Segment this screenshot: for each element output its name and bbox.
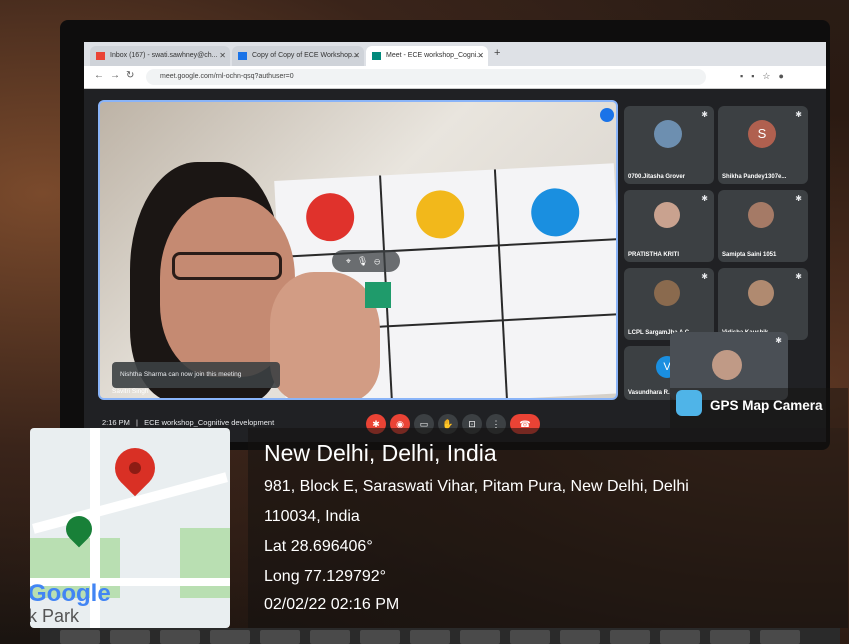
green-cube xyxy=(365,282,391,308)
park-area xyxy=(180,528,230,598)
main-video-tile[interactable]: ⌖🎙⊖ Nishtha Sharma can now join this mee… xyxy=(98,100,618,400)
keyboard-key xyxy=(60,630,100,644)
longitude: Long 77.129792° xyxy=(264,568,387,585)
participant-tile[interactable]: ✱ Vidisha Kaushik xyxy=(718,268,808,340)
keyboard-key xyxy=(310,630,350,644)
back-icon[interactable]: ← xyxy=(94,70,104,81)
blue-dot xyxy=(530,187,581,238)
tab-meet[interactable]: Meet - ECE workshop_Cogni... ✕ xyxy=(366,46,488,66)
location-title: New Delhi, Delhi, India xyxy=(264,440,497,466)
participant-name: Vasundhara R... xyxy=(628,390,674,396)
participant-name: PRATISTHA KRITI xyxy=(628,252,679,258)
gmail-icon xyxy=(96,52,105,60)
keyboard-key xyxy=(460,630,500,644)
avatar xyxy=(654,120,682,148)
new-tab-button[interactable]: + xyxy=(494,47,500,59)
avatar xyxy=(748,202,774,228)
avatar xyxy=(712,350,742,380)
tab-gmail[interactable]: Inbox (167) - swati.sawhney@ch... ✕ xyxy=(90,46,230,66)
keyboard-key xyxy=(760,630,800,644)
map-label: k Park xyxy=(30,606,80,626)
avatar xyxy=(654,280,680,306)
close-icon[interactable]: ✕ xyxy=(477,46,484,66)
mic-off-icon: ✱ xyxy=(775,336,782,345)
keyboard-key xyxy=(660,630,700,644)
meeting-time: 2:16 PM xyxy=(102,418,130,427)
participant-tile[interactable]: ✱ PRATISTHA KRITI xyxy=(624,190,714,262)
presenter-name: Savitri Singh xyxy=(112,388,149,395)
keyboard-key xyxy=(110,630,150,644)
map-thumbnail: Google k Park xyxy=(30,428,230,628)
participant-name: Shikha Pandey1307e... xyxy=(722,174,787,180)
docs-icon xyxy=(238,52,247,60)
laptop-screen: Inbox (167) - swati.sawhney@ch... ✕ Copy… xyxy=(84,42,826,442)
address-line2: 110034, India xyxy=(264,508,360,525)
close-icon[interactable]: ✕ xyxy=(353,46,360,66)
meeting-info: 2:16 PM | ECE workshop_Cognitive develop… xyxy=(102,418,275,427)
close-icon[interactable]: ✕ xyxy=(219,46,226,66)
mic-off-icon: ✱ xyxy=(795,110,802,119)
mic-off-icon: ✱ xyxy=(701,194,708,203)
keyboard-key xyxy=(510,630,550,644)
participant-tile[interactable]: ✱ Samipta Saini 1051 xyxy=(718,190,808,262)
presenter-glasses xyxy=(172,252,282,280)
map-brand: Google xyxy=(30,580,111,607)
tab-label: Inbox (167) - swati.sawhney@ch... xyxy=(110,52,218,59)
keyboard-key xyxy=(560,630,600,644)
reload-icon[interactable]: ↻ xyxy=(126,70,134,81)
join-toast: Nishtha Sharma can now join this meeting xyxy=(112,362,280,388)
keyboard-key xyxy=(260,630,300,644)
participant-tile[interactable]: ✱ LCPL SargamJha A C... xyxy=(624,268,714,340)
keyboard-key xyxy=(160,630,200,644)
meet-icon xyxy=(372,52,381,60)
mic-off-icon: ✱ xyxy=(701,272,708,281)
gps-app-name: GPS Map Camera xyxy=(710,398,823,413)
tab-label: Copy of Copy of ECE Workshop... xyxy=(252,52,358,59)
mic-off-icon: ✱ xyxy=(795,272,802,281)
keyboard-key xyxy=(360,630,400,644)
meeting-title: ECE workshop_Cognitive development xyxy=(144,418,275,427)
participant-tile[interactable]: S ✱ Shikha Pandey1307e... xyxy=(718,106,808,184)
url-text: meet.google.com/rnl-ochn-qsq?authuser=0 xyxy=(160,73,294,80)
keyboard-key xyxy=(210,630,250,644)
participant-tile[interactable]: ✱ 0700.Jitasha Grover xyxy=(624,106,714,184)
forward-icon[interactable]: → xyxy=(110,70,120,81)
map-pin-center xyxy=(129,462,141,474)
address-line1: 981, Block E, Saraswati Vihar, Pitam Pur… xyxy=(264,478,689,495)
latitude: Lat 28.696406° xyxy=(264,538,373,555)
datetime: 02/02/22 02:16 PM xyxy=(264,596,400,613)
keyboard-key xyxy=(710,630,750,644)
mic-off-icon: ✱ xyxy=(701,110,708,119)
mic-off-icon: ✱ xyxy=(795,194,802,203)
tab-docs[interactable]: Copy of Copy of ECE Workshop... ✕ xyxy=(232,46,364,66)
tile-overlay-controls[interactable]: ⌖🎙⊖ xyxy=(332,250,400,272)
keyboard-key xyxy=(610,630,650,644)
keyboard-key xyxy=(410,630,450,644)
speaking-indicator-icon xyxy=(600,108,614,122)
presenter-hand xyxy=(270,272,380,398)
url-input[interactable]: meet.google.com/rnl-ochn-qsq?authuser=0 xyxy=(146,69,706,85)
participant-name: 0700.Jitasha Grover xyxy=(628,174,686,180)
yellow-dot xyxy=(414,189,466,240)
avatar: S xyxy=(748,120,776,148)
gps-camera-app-icon xyxy=(676,390,702,416)
tab-label: Meet - ECE workshop_Cogni... xyxy=(386,52,483,59)
extension-icons[interactable]: ▪▪☆● xyxy=(740,71,792,82)
red-dot xyxy=(304,191,356,243)
grid-line xyxy=(493,169,508,398)
toast-text: Nishtha Sharma can now join this meeting xyxy=(120,371,242,378)
participant-name: Samipta Saini 1051 xyxy=(722,252,777,258)
avatar xyxy=(748,280,774,306)
avatar xyxy=(654,202,680,228)
